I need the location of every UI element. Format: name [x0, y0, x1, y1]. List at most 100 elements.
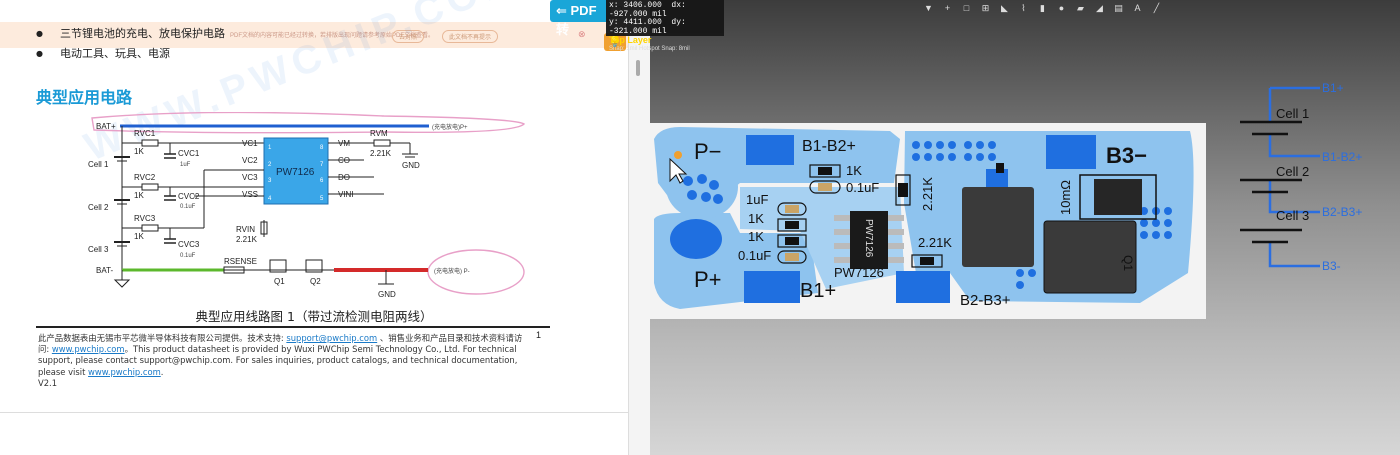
scrollbar-thumb[interactable]	[636, 60, 640, 76]
r-221k-vertical-label: 2.21K	[920, 177, 935, 211]
interactive-route-icon[interactable]: ⌇	[1019, 4, 1028, 13]
rvc1-value: 1K	[134, 147, 144, 156]
rsense-resistor-body	[1094, 179, 1142, 215]
polygon-icon[interactable]: ◢	[1095, 4, 1104, 13]
q2-mosfet-body	[962, 187, 1034, 267]
p-minus-pad-area	[666, 155, 738, 219]
cell-1-label: Cell 1	[1276, 106, 1309, 121]
via-icon[interactable]: ●	[1057, 4, 1066, 13]
text-icon[interactable]: A	[1133, 4, 1142, 13]
rsense-label: RSENSE	[224, 257, 257, 266]
charge-minus-label: (充电放电) P-	[434, 267, 470, 275]
b1-plus-pad	[744, 271, 800, 303]
cvc3-value: 0.1uF	[180, 253, 196, 259]
pdf-convert-button[interactable]: ⇐ PDF转	[550, 0, 610, 37]
list-item: 三节锂电池的充电、放电保护电路	[36, 24, 225, 44]
rvc3-value: 1K	[134, 232, 144, 241]
dont-show-again-button[interactable]: 此文档不再提示	[442, 30, 499, 43]
p-plus-pad	[670, 219, 722, 259]
figure-caption: 典型应用线路图 1（带过流检测电阻两线）	[195, 309, 433, 324]
footer-text-part: 、销售业务和产品目录和技术资料请访	[379, 333, 523, 343]
b1-plus-label: B1+	[800, 280, 836, 302]
select-box-icon[interactable]: □	[962, 4, 971, 13]
footer-text-part: 此产品数据表由无锡市平芯微半导体科技有限公司提供。技术支持:	[38, 333, 284, 343]
pw7126-ic-marking: PW7126	[863, 219, 874, 258]
align-icon[interactable]: ⊞	[981, 4, 990, 13]
terminal-b1-plus: B1+	[1322, 81, 1344, 95]
rvc3-label: RVC3	[134, 214, 156, 223]
snap-settings: Snap: 1mil Hotspot Snap: 8mil	[609, 45, 690, 52]
q1-silk-label: Q1	[1121, 255, 1135, 271]
pcb-editor-canvas[interactable]: ▼ + □ ⊞ ◣ ⌇ ▮ ● ▰ ◢ ▤ A ╱ P− P+ B1-B2+ B…	[650, 0, 1400, 455]
p-minus-label: P−	[694, 139, 722, 164]
cursor-marker	[674, 151, 682, 159]
q1-label: Q1	[274, 277, 285, 286]
footer-rule	[36, 326, 550, 328]
pcb-toolbar: ▼ + □ ⊞ ◣ ⌇ ▮ ● ▰ ◢ ▤ A ╱	[924, 4, 1161, 13]
cell2-label: Cell 2	[88, 203, 109, 212]
c-01uf-label: 0.1uF	[846, 180, 879, 195]
b3-minus-label: B3−	[1106, 143, 1147, 168]
website-link[interactable]: www.pwchip.com	[52, 344, 125, 354]
rvin-label: RVIN	[236, 225, 255, 234]
list-item: 电动工具、玩具、电源	[36, 44, 225, 64]
charge-plus-label: (充电放电)P+	[432, 123, 468, 131]
cell-2-label: Cell 2	[1276, 164, 1309, 179]
b1-b2-pad	[746, 135, 794, 165]
b3-minus-pad	[1046, 135, 1096, 169]
version-label: V2.1	[38, 377, 58, 388]
pw7126-label: PW7126	[834, 265, 884, 280]
plus-icon[interactable]: +	[943, 4, 952, 13]
fill-icon[interactable]: ▰	[1076, 4, 1085, 13]
gnd-label: GND	[402, 161, 420, 170]
chip-label: PW7126	[276, 167, 315, 178]
line-icon[interactable]: ╱	[1152, 4, 1161, 13]
rvm-resistor	[373, 139, 391, 147]
banner-close-icon[interactable]: ⊗	[578, 29, 586, 40]
pin-vc1: VC1	[242, 139, 258, 148]
r-1k-label-b: 1K	[748, 211, 764, 226]
rvm-label: RVM	[370, 129, 388, 138]
c-1uf-label: 1uF	[746, 192, 768, 207]
image-icon[interactable]: ▤	[1114, 4, 1123, 13]
cvc1-value: 1uF	[180, 162, 191, 168]
pin-vc3: VC3	[242, 173, 258, 182]
application-list: 三节锂电池的充电、放电保护电路 电动工具、玩具、电源	[36, 24, 225, 64]
rvm-value: 2.21K	[370, 149, 392, 158]
page-divider	[0, 412, 628, 413]
rvc2-resistor	[141, 183, 159, 191]
rvc3-resistor	[141, 224, 159, 232]
support-email-link[interactable]: support@pwchip.com	[286, 333, 377, 343]
pcb-board: P− P+ B1-B2+ B1+ B3− B2-B3+ PW7126 PW712…	[650, 123, 1206, 319]
filter-icon[interactable]: ▼	[924, 4, 933, 13]
footer-text: 此产品数据表由无锡市平芯微半导体科技有限公司提供。技术支持: support@p…	[38, 333, 523, 388]
current-layer: Top Layer	[609, 35, 652, 45]
page-number: 1	[536, 330, 542, 340]
pad-icon[interactable]: ▮	[1038, 4, 1047, 13]
pin-vc2: VC2	[242, 156, 258, 165]
b2-b3-pad	[896, 271, 950, 303]
cvc3-label: CVC3	[178, 240, 200, 249]
pin-vss: VSS	[242, 190, 258, 199]
p-plus-label: P+	[694, 267, 722, 292]
website-link-en[interactable]: www.pwchip.com	[88, 367, 161, 377]
cvc2-value: 0.1uF	[180, 204, 196, 210]
section-title: 典型应用电路	[36, 88, 133, 107]
terminal-b2-b3: B2-B3+	[1322, 205, 1362, 219]
cell-wiring-diagram: Cell 1 Cell 2 Cell 3 B1+ B1-B2+ B2-B3+ B…	[1240, 81, 1362, 273]
coordinate-readout: x: 3406.000 dx: -927.000 mil y: 4411.000…	[606, 0, 724, 52]
b2-b3-label: B2-B3+	[960, 292, 1011, 309]
ground-symbol	[113, 279, 131, 288]
route-icon[interactable]: ◣	[1000, 4, 1009, 13]
pdf-document-pane[interactable]: PDF文档的内容可能已经过转换，若排版出现问题请参考原始PDF文档查看。 去对照…	[0, 0, 628, 455]
r-1k-label-c: 1K	[748, 229, 764, 244]
b1-b2-label: B1-B2+	[802, 138, 856, 155]
rvin-value: 2.21K	[236, 235, 258, 244]
q2-label: Q2	[310, 277, 321, 286]
terminal-b1-b2: B1-B2+	[1322, 150, 1362, 164]
terminal-b3-minus: B3-	[1322, 259, 1341, 273]
rvc2-label: RVC2	[134, 173, 156, 182]
r-221k-label: 2.21K	[918, 235, 952, 250]
bat-minus-label: BAT-	[96, 266, 114, 275]
r-1k-label: 1K	[846, 163, 862, 178]
